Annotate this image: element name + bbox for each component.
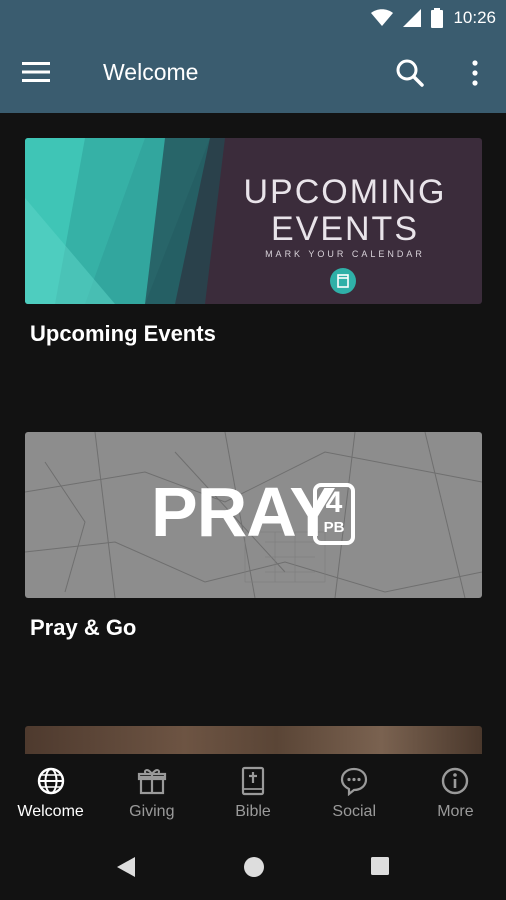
wifi-icon — [371, 9, 394, 26]
card-pray-and-go[interactable]: PRAY 4 PB Pray & Go — [25, 432, 482, 641]
nav-label: More — [437, 803, 474, 820]
banner-background — [25, 726, 482, 754]
gift-icon — [137, 769, 166, 795]
pray-logo-badge: 4 PB — [313, 483, 355, 545]
bible-icon — [241, 766, 265, 796]
status-bar: 10:26 — [0, 0, 506, 36]
nav-item-more[interactable]: More — [405, 754, 506, 830]
calendar-icon — [337, 274, 349, 288]
overflow-menu-button[interactable] — [465, 58, 485, 90]
chat-bubble-icon — [341, 767, 368, 796]
calendar-badge — [330, 268, 356, 294]
nav-item-giving[interactable]: Giving — [101, 754, 202, 830]
system-navigation-bar — [0, 830, 506, 900]
page-title: Welcome — [103, 59, 199, 85]
back-icon[interactable] — [115, 855, 137, 879]
nav-label: Giving — [129, 803, 175, 820]
card-third[interactable] — [25, 726, 482, 754]
nav-label: Welcome — [17, 803, 84, 820]
nav-item-bible[interactable]: Bible — [202, 754, 303, 830]
search-icon — [396, 59, 424, 87]
home-icon[interactable] — [243, 856, 265, 878]
nav-label: Bible — [235, 803, 271, 820]
pray-logo-text: PRAY — [151, 473, 336, 551]
content-feed[interactable]: UPCOMING EVENTS MARK YOUR CALENDAR Upcom… — [0, 113, 506, 754]
info-icon — [442, 767, 469, 795]
badge-number: 4 — [325, 486, 343, 519]
hamburger-menu-icon — [22, 62, 50, 82]
search-button[interactable] — [395, 58, 427, 90]
nav-item-welcome[interactable]: Welcome — [0, 754, 101, 830]
nav-label: Social — [332, 803, 376, 820]
more-vertical-icon — [472, 60, 478, 86]
pray-banner: PRAY 4 PB — [25, 432, 482, 598]
menu-button[interactable] — [22, 61, 58, 89]
nav-item-social[interactable]: Social — [304, 754, 405, 830]
banner-subtitle: MARK YOUR CALENDAR — [265, 249, 425, 259]
globe-icon — [37, 767, 64, 795]
wood-banner — [25, 726, 482, 754]
upcoming-events-banner: UPCOMING EVENTS MARK YOUR CALENDAR — [25, 138, 482, 304]
card-title: Upcoming Events — [30, 321, 216, 346]
cell-signal-icon — [403, 9, 422, 27]
banner-headline-line1: UPCOMING — [243, 173, 447, 211]
card-upcoming-events[interactable]: UPCOMING EVENTS MARK YOUR CALENDAR Upcom… — [25, 138, 482, 347]
app-bar: Welcome — [0, 36, 506, 113]
battery-icon — [431, 8, 444, 28]
card-title: Pray & Go — [30, 615, 137, 640]
status-time: 10:26 — [453, 8, 496, 27]
badge-text: PB — [323, 519, 345, 536]
recents-icon[interactable] — [370, 856, 390, 876]
bottom-navigation: Welcome Giving Bible Social More — [0, 754, 506, 830]
banner-headline-line2: EVENTS — [270, 210, 420, 248]
